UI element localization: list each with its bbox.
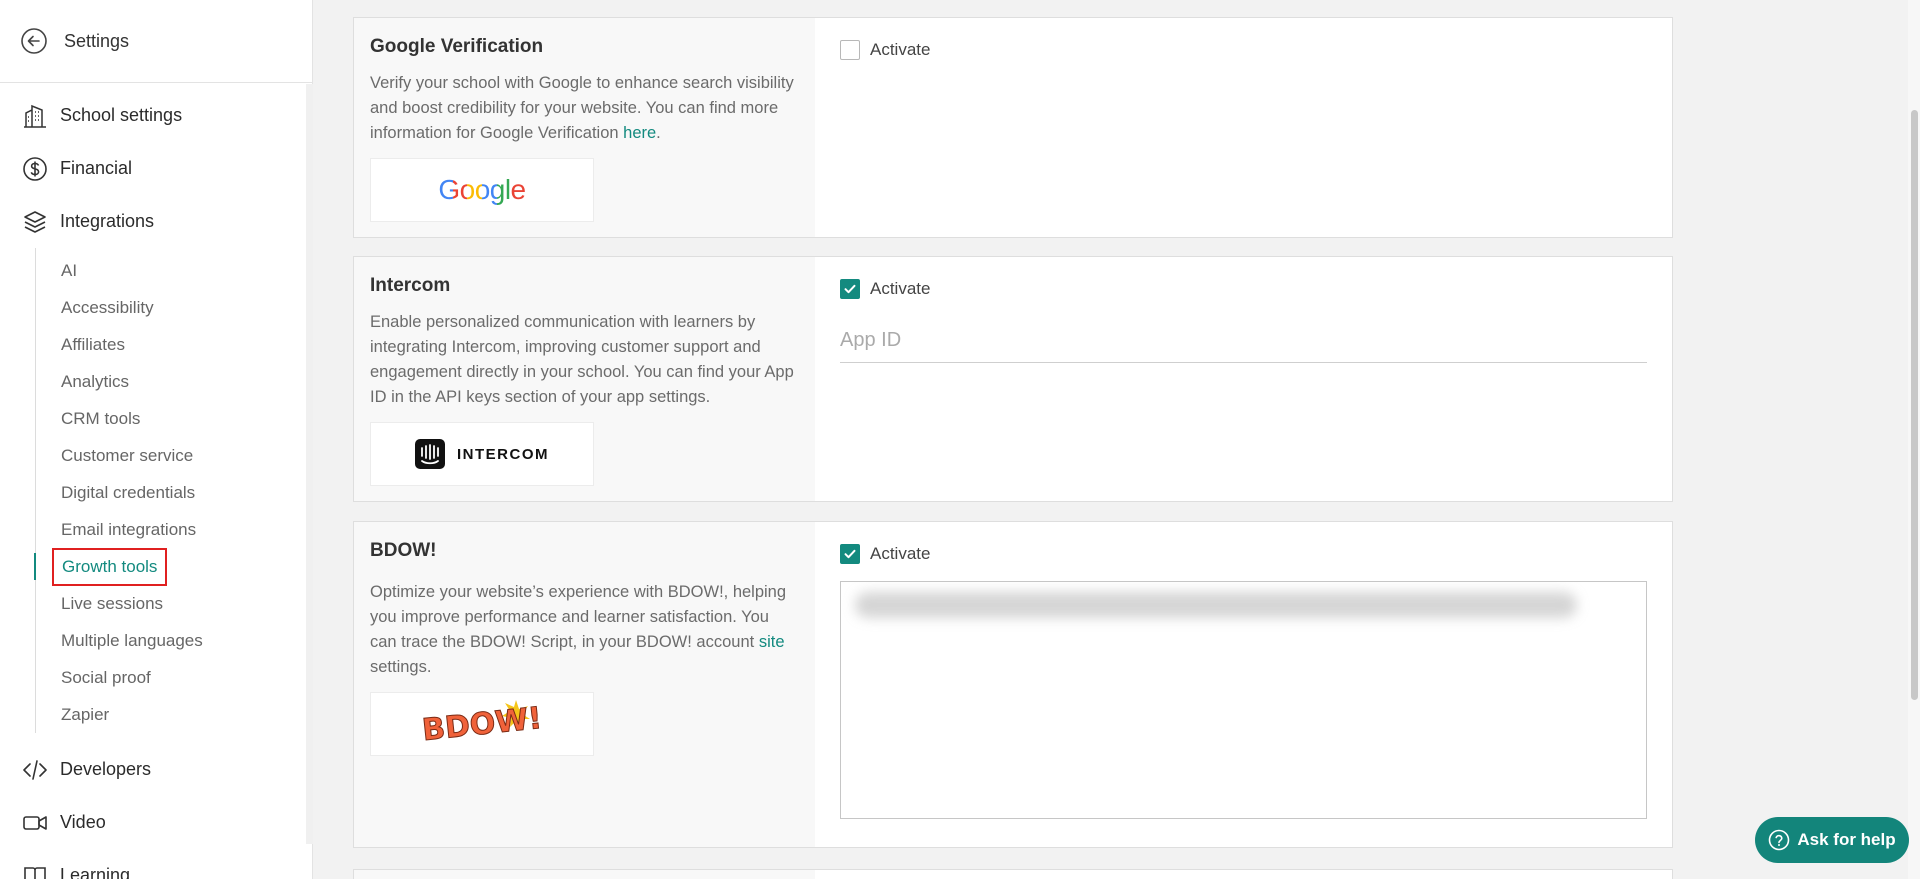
nav-item-label: Learning (60, 865, 131, 879)
nav-item-label: Developers (60, 759, 152, 779)
app-id-input[interactable]: App ID (840, 319, 1647, 363)
nav-item-label: School settings (60, 105, 183, 125)
intercom-logo: INTERCOM (370, 422, 594, 486)
card-title: Google Verification (370, 36, 544, 57)
sub-item-accessibility[interactable]: Accessibility (35, 289, 312, 326)
activate-label: Activate (870, 544, 931, 563)
card-settings: Activate (815, 18, 1672, 237)
sub-item-affiliates[interactable]: Affiliates (35, 326, 312, 363)
sidebar-scrollbar[interactable] (306, 84, 313, 844)
nav-item-developers[interactable]: Developers (0, 743, 312, 796)
google-logo: Google (370, 158, 594, 222)
settings-sidebar: Settings School settings Financial Integ… (0, 0, 313, 879)
book-icon (21, 862, 48, 879)
sub-item-customer-service[interactable]: Customer service (35, 437, 312, 474)
card-description: Optimize your website’s experience with … (370, 583, 787, 676)
google-verification-link[interactable]: here (623, 124, 656, 142)
card-info (354, 870, 815, 879)
google-logo-text: Google (438, 174, 526, 205)
card-settings (815, 870, 1672, 879)
google-verification-card: Google Verification Verify your school w… (353, 17, 1673, 238)
card-info: Intercom Enable personalized communicati… (354, 257, 815, 501)
nav-item-learning[interactable]: Learning (0, 849, 312, 879)
checkbox-checked-icon[interactable] (840, 279, 860, 299)
sub-item-multiple-languages[interactable]: Multiple languages (35, 622, 312, 659)
layers-icon (21, 208, 48, 235)
back-arrow-icon[interactable] (20, 27, 48, 55)
nav-item-label: Integrations (60, 211, 155, 231)
sidebar-header: Settings (0, 0, 312, 83)
intercom-logo-icon (415, 439, 445, 469)
nav-item-integrations[interactable]: Integrations (0, 195, 312, 248)
card-info: BDOW! Optimize your website’s experience… (354, 522, 815, 847)
nav-item-school-settings[interactable]: School settings (0, 89, 312, 142)
nav-item-label: Financial (60, 158, 133, 178)
checkbox-unchecked-icon[interactable] (840, 40, 860, 60)
google-activate-checkbox[interactable]: Activate (840, 40, 1647, 60)
sub-item-analytics[interactable]: Analytics (35, 363, 312, 400)
bdow-script-textarea[interactable] (840, 581, 1647, 819)
sub-item-email-integrations[interactable]: Email integrations (35, 511, 312, 548)
next-integration-card (353, 869, 1673, 879)
activate-label: Activate (870, 279, 931, 298)
nav-item-label: Video (60, 812, 106, 832)
help-button-label: Ask for help (1797, 830, 1896, 849)
card-info: Google Verification Verify your school w… (354, 18, 815, 237)
main-content: Google Verification Verify your school w… (313, 0, 1920, 879)
nav-item-financial[interactable]: Financial (0, 142, 312, 195)
bdow-logo: BDOW! (370, 692, 594, 756)
intercom-logo-text: INTERCOM (457, 445, 549, 463)
nav-item-video[interactable]: Video (0, 796, 312, 849)
sidebar-title: Settings (64, 30, 130, 51)
sub-item-digital-credentials[interactable]: Digital credentials (35, 474, 312, 511)
building-icon (21, 102, 48, 129)
scrollbar-thumb[interactable] (1911, 110, 1918, 700)
main-scrollbar[interactable] (1908, 0, 1920, 879)
dollar-circle-icon (21, 155, 48, 182)
sub-item-growth-tools[interactable]: Growth tools (34, 548, 312, 586)
bdow-activate-checkbox[interactable]: Activate (840, 544, 1647, 564)
card-title: Intercom (370, 275, 451, 296)
checkbox-checked-icon[interactable] (840, 544, 860, 564)
bdow-site-link[interactable]: site (759, 633, 785, 651)
video-icon (21, 809, 48, 836)
card-title: BDOW! (370, 540, 437, 561)
sub-item-social-proof[interactable]: Social proof (35, 659, 312, 696)
integrations-submenu: AI Accessibility Affiliates Analytics CR… (34, 248, 312, 743)
bdow-logo-text: BDOW! (420, 700, 544, 748)
card-settings: Activate (815, 522, 1672, 847)
help-circle-icon (1769, 829, 1790, 851)
blurred-script-content (855, 592, 1577, 618)
intercom-card: Intercom Enable personalized communicati… (353, 256, 1673, 502)
code-icon (21, 756, 48, 783)
sub-item-zapier[interactable]: Zapier (35, 696, 312, 733)
activate-label: Activate (870, 40, 931, 59)
intercom-activate-checkbox[interactable]: Activate (840, 279, 1647, 299)
card-description: Verify your school with Google to enhanc… (370, 74, 794, 142)
card-description: Enable personalized communication with l… (370, 313, 794, 406)
sub-item-ai[interactable]: AI (35, 252, 312, 289)
ask-for-help-button[interactable]: Ask for help (1755, 817, 1909, 863)
bdow-card: BDOW! Optimize your website’s experience… (353, 521, 1673, 848)
card-settings: Activate App ID (815, 257, 1672, 501)
sub-item-live-sessions[interactable]: Live sessions (35, 585, 312, 622)
sub-item-crm-tools[interactable]: CRM tools (35, 400, 312, 437)
